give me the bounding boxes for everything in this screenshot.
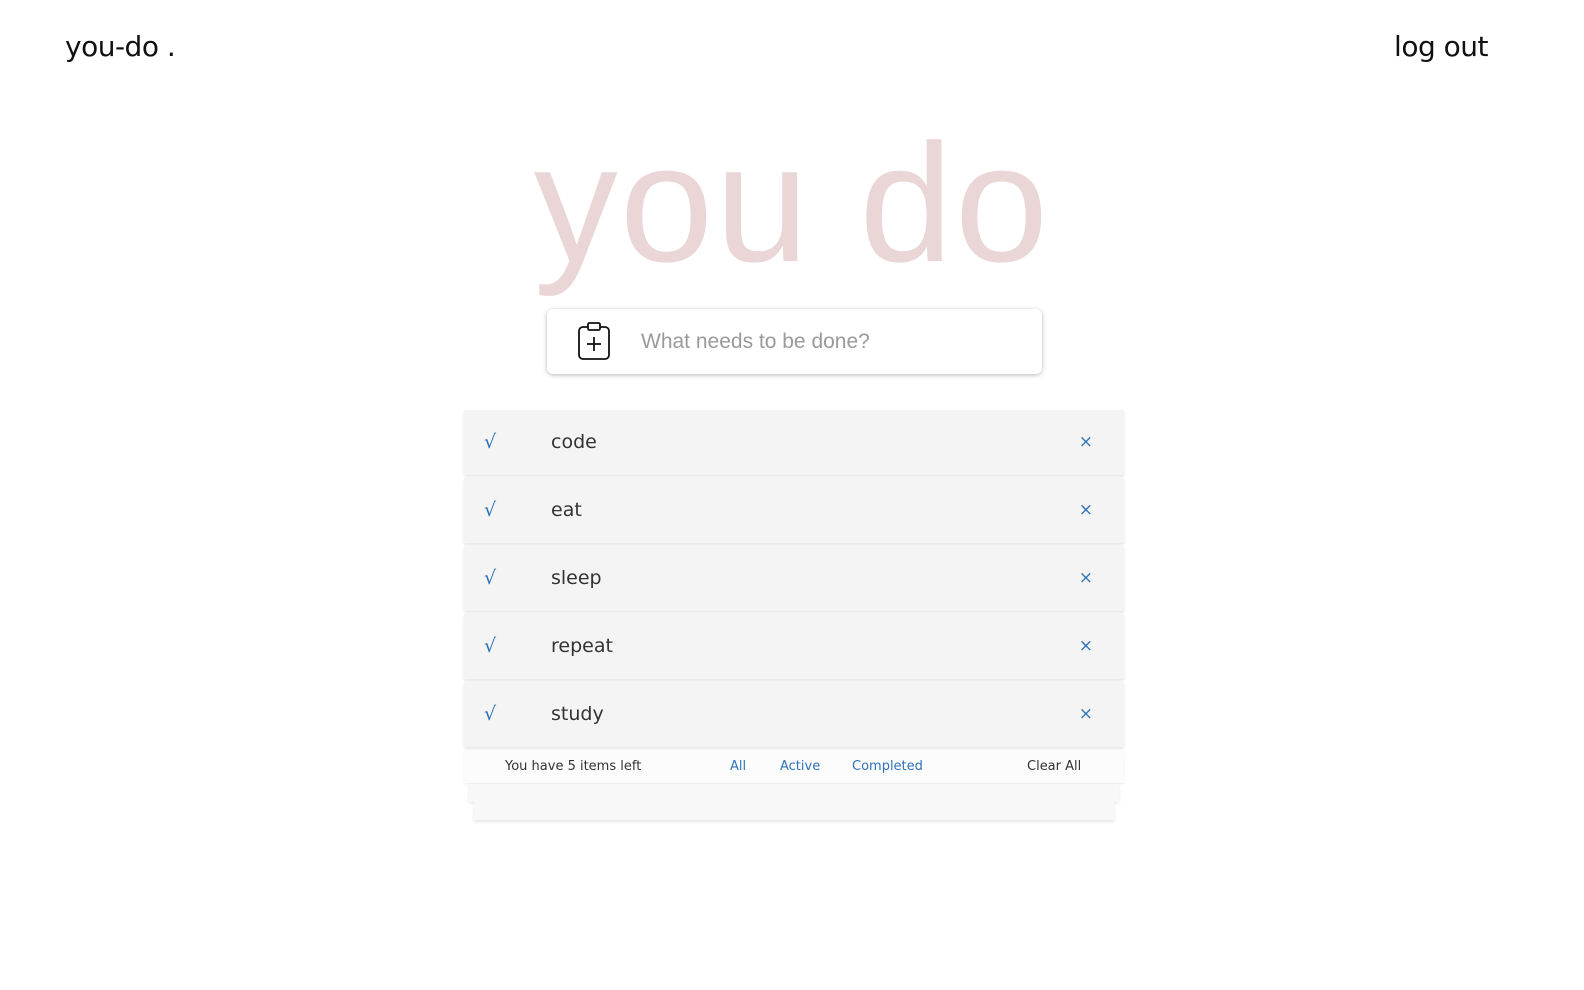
top-bar: you-do . log out [0, 0, 1584, 100]
remove-icon[interactable]: × [1079, 478, 1093, 543]
stacked-paper-layer [469, 784, 1119, 802]
todo-label[interactable]: study [551, 682, 604, 747]
filter-all[interactable]: All [730, 750, 746, 783]
check-icon[interactable]: √ [484, 614, 496, 679]
todo-item-sleep: √ sleep × [464, 546, 1124, 611]
items-left-count: You have 5 items left [505, 759, 642, 774]
todo-item-repeat: √ repeat × [464, 614, 1124, 679]
todo-list: √ code × √ eat × √ sleep × √ repeat × √ … [464, 410, 1124, 783]
clipboard-plus-icon[interactable] [577, 321, 611, 361]
todo-label[interactable]: code [551, 410, 597, 475]
todo-item-study: √ study × [464, 682, 1124, 747]
logout-link[interactable]: log out [1394, 30, 1488, 63]
todo-label[interactable]: sleep [551, 546, 602, 611]
filter-completed[interactable]: Completed [852, 750, 923, 783]
todo-item-code: √ code × [464, 410, 1124, 475]
remove-icon[interactable]: × [1079, 614, 1093, 679]
check-icon[interactable]: √ [484, 478, 496, 543]
stacked-paper-layer [474, 802, 1114, 820]
hero-title: you do [533, 109, 1051, 297]
todo-label[interactable]: repeat [551, 614, 613, 679]
todo-footer: You have 5 items left All Active Complet… [464, 750, 1124, 783]
check-icon[interactable]: √ [484, 410, 496, 475]
clear-all-button[interactable]: Clear All [1027, 750, 1081, 783]
new-todo-box [547, 309, 1042, 374]
check-icon[interactable]: √ [484, 546, 496, 611]
remove-icon[interactable]: × [1079, 410, 1093, 475]
filter-active[interactable]: Active [780, 750, 820, 783]
todo-label[interactable]: eat [551, 478, 582, 543]
remove-icon[interactable]: × [1079, 546, 1093, 611]
new-todo-input[interactable] [641, 309, 1021, 374]
brand-logo[interactable]: you-do . [65, 30, 176, 63]
remove-icon[interactable]: × [1079, 682, 1093, 747]
check-icon[interactable]: √ [484, 682, 496, 747]
todo-item-eat: √ eat × [464, 478, 1124, 543]
